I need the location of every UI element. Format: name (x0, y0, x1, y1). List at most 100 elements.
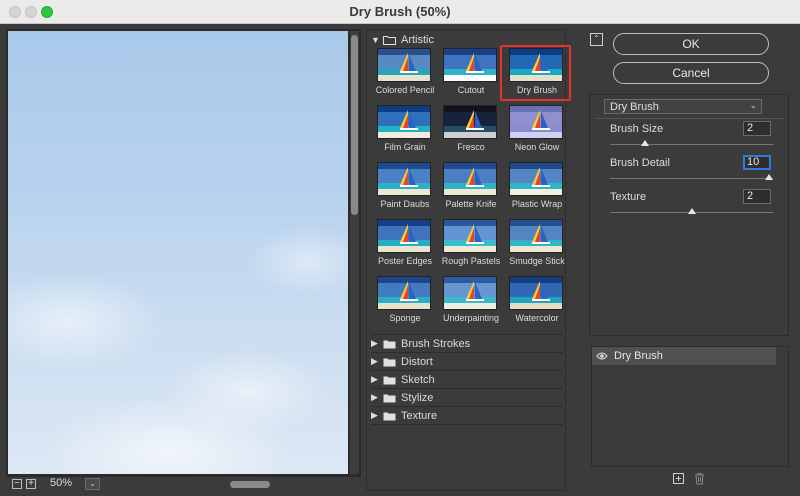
category-label: Sketch (401, 373, 435, 386)
divider (596, 118, 784, 119)
zoom-dropdown[interactable]: ⌄ (85, 478, 100, 490)
ok-button[interactable]: OK (613, 33, 769, 55)
folder-icon (383, 340, 396, 348)
filter-thumbnail-palette-knife[interactable]: Palette Knife (439, 162, 503, 218)
texture-label: Texture (610, 191, 647, 203)
filter-preview-image (509, 276, 563, 310)
texture-slider-knob[interactable] (687, 208, 696, 214)
preview-horizontal-scrollbar[interactable] (202, 479, 352, 490)
filter-thumbnail-label: Film Grain (384, 142, 426, 152)
filter-thumbnail-label: Paint Daubs (380, 199, 430, 209)
collapsed-triangle-icon: ▶ (371, 356, 378, 366)
chevron-up-icon: ⌃ (593, 34, 600, 43)
filter-thumbnail-label: Watercolor (515, 313, 559, 323)
collapsed-triangle-icon: ▶ (371, 410, 378, 420)
filter-preview-image (509, 162, 563, 196)
category-stylize[interactable]: ▶ Stylize (371, 389, 563, 406)
filter-thumbnail-watercolor[interactable]: Watercolor (505, 276, 569, 332)
filter-preview-image (509, 219, 563, 253)
chevron-down-icon: ⌄ (749, 100, 757, 110)
filter-preview-image (443, 276, 497, 310)
trash-icon[interactable] (693, 472, 706, 485)
preview-toolbar: − + 50% ⌄ (6, 477, 361, 492)
filter-thumbnail-label: Palette Knife (445, 199, 497, 209)
folder-icon (383, 394, 396, 402)
texture-input[interactable]: 2 (743, 189, 771, 204)
category-label: Texture (401, 409, 438, 422)
selected-filter-highlight (500, 45, 571, 101)
collapsed-triangle-icon: ▶ (371, 374, 378, 384)
category-label: Artistic (401, 33, 434, 46)
filter-preview-image (443, 162, 497, 196)
filter-preview-image (377, 162, 431, 196)
category-brush-strokes[interactable]: ▶ Brush Strokes (371, 335, 563, 352)
filter-preview-image (377, 48, 431, 82)
window-title: Dry Brush (50%) (349, 4, 451, 19)
brush-size-label: Brush Size (610, 123, 664, 135)
filter-gallery: ▼ Artistic Colored Pencil Cutout Dry Brush… (366, 29, 571, 491)
brush-size-input[interactable]: 2 (743, 121, 771, 136)
filter-preview-image (377, 219, 431, 253)
filter-thumbnail-film-grain[interactable]: Film Grain (373, 105, 437, 161)
effect-layer-label: Dry Brush (614, 350, 663, 362)
folder-icon (383, 358, 396, 366)
filter-thumbnail-fresco[interactable]: Fresco (439, 105, 503, 161)
category-texture[interactable]: ▶ Texture (371, 407, 563, 424)
filter-preview-image (443, 48, 497, 82)
folder-icon (383, 412, 396, 420)
folder-icon (383, 35, 396, 45)
filter-thumbnail-cutout[interactable]: Cutout (439, 48, 503, 104)
new-effect-layer-icon[interactable] (672, 472, 685, 485)
zoom-in-button[interactable]: + (26, 479, 36, 489)
filter-preview-image (509, 105, 563, 139)
collapsed-triangle-icon: ▶ (371, 338, 378, 348)
filter-thumbnail-label: Plastic Wrap (511, 199, 563, 209)
zoom-out-button[interactable]: − (12, 479, 22, 489)
preview-horizontal-scroll-thumb[interactable] (230, 481, 270, 488)
filter-thumbnail-sponge[interactable]: Sponge (373, 276, 437, 332)
brush-detail-slider[interactable] (610, 178, 773, 179)
filter-thumbnail-label: Underpainting (442, 313, 500, 323)
category-label: Stylize (401, 391, 434, 404)
filter-preview-image (377, 276, 431, 310)
settings-panel: ⌃ OK Cancel Dry Brush ⌄ Brush Size 2 Bru… (583, 29, 795, 492)
brush-size-slider-knob[interactable] (641, 140, 649, 146)
category-sketch[interactable]: ▶ Sketch (371, 371, 563, 388)
filter-thumbnail-label: Colored Pencil (375, 85, 435, 95)
brush-detail-input[interactable]: 10 (743, 155, 771, 170)
filter-thumbnail-label: Smudge Stick (509, 256, 565, 266)
folder-icon (383, 376, 396, 384)
eye-icon[interactable] (596, 351, 608, 361)
brush-detail-slider-knob[interactable] (765, 174, 773, 180)
chevron-down-icon: ⌄ (89, 479, 96, 488)
filter-thumbnail-neon-glow[interactable]: Neon Glow (505, 105, 569, 161)
preview-panel (6, 29, 361, 477)
filter-thumbnail-underpainting[interactable]: Underpainting (439, 276, 503, 332)
expanded-triangle-icon: ▼ (371, 34, 380, 45)
filter-thumbnail-rough-pastels[interactable]: Rough Pastels (439, 219, 503, 275)
filter-preview-image (443, 219, 497, 253)
filter-select[interactable]: Dry Brush ⌄ (604, 99, 762, 114)
filter-preview-image (443, 105, 497, 139)
effect-layer-row[interactable]: Dry Brush (592, 347, 776, 365)
preview-vertical-scroll-thumb[interactable] (351, 35, 358, 215)
title-bar: Dry Brush (50%) (0, 0, 800, 24)
filter-preview-image (377, 105, 431, 139)
filter-thumbnail-poster-edges[interactable]: Poster Edges (373, 219, 437, 275)
filter-thumbnail-paint-daubs[interactable]: Paint Daubs (373, 162, 437, 218)
preview-vertical-scrollbar[interactable] (350, 31, 359, 474)
collapsed-triangle-icon: ▶ (371, 392, 378, 402)
filter-thumbnail-colored-pencil[interactable]: Colored Pencil (373, 48, 437, 104)
filter-thumbnail-smudge-stick[interactable]: Smudge Stick (505, 219, 569, 275)
cancel-button[interactable]: Cancel (613, 62, 769, 84)
filter-thumbnail-plastic-wrap[interactable]: Plastic Wrap (505, 162, 569, 218)
brush-size-slider[interactable] (610, 144, 773, 145)
category-label: Brush Strokes (401, 337, 471, 350)
preview-image[interactable] (8, 31, 348, 474)
filter-settings: Dry Brush ⌄ Brush Size 2 Brush Detail 10… (589, 94, 789, 336)
filter-thumbnail-label: Sponge (389, 313, 421, 323)
collapse-gallery-button[interactable]: ⌃ (590, 33, 603, 46)
category-distort[interactable]: ▶ Distort (371, 353, 563, 370)
filter-select-value: Dry Brush (610, 101, 659, 113)
brush-detail-label: Brush Detail (610, 157, 670, 169)
